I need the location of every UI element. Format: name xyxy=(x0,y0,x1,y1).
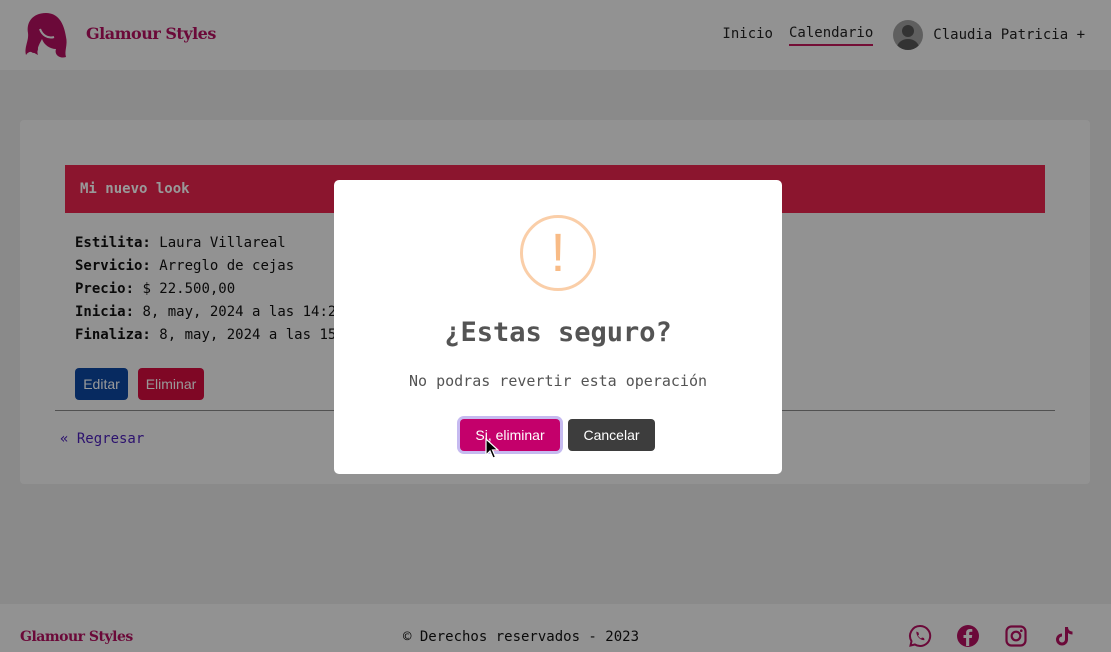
confirm-dialog: ! ¿Estas seguro? No podras revertir esta… xyxy=(334,180,782,474)
mouse-cursor-icon xyxy=(485,438,499,459)
warning-icon: ! xyxy=(520,215,596,291)
dialog-message: No podras revertir esta operación xyxy=(408,372,707,390)
dialog-title: ¿Estas seguro? xyxy=(444,317,672,348)
cancel-button[interactable]: Cancelar xyxy=(568,419,655,451)
confirm-delete-button[interactable]: Si, eliminar xyxy=(460,419,560,451)
